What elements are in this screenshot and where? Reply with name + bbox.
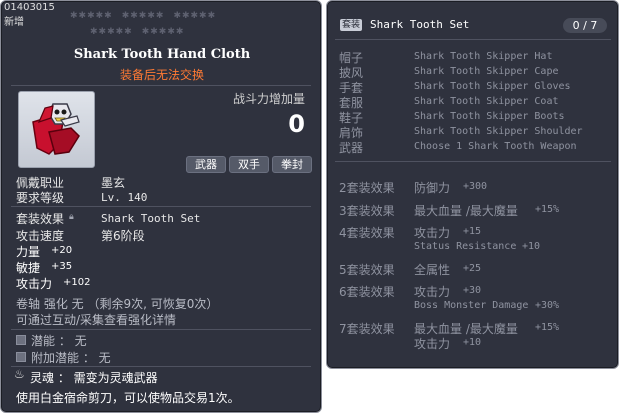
required-level-label: 要求等级	[16, 191, 65, 205]
item-tooltip-panel: 01403015 新增 ✱✱✱✱✱ ✱✱✱✱✱ ✱✱✱✱✱ ✱✱✱✱✱ ✱✱✱✱✱ S…	[0, 0, 322, 413]
set-effect-value: +15%	[535, 204, 560, 215]
set-effect-value: +300	[463, 181, 488, 192]
set-effect-value: +30%	[535, 300, 560, 311]
attack-speed-label: 攻击速度	[16, 229, 65, 243]
trade-restriction: 装备后无法交换	[119, 68, 204, 82]
soul-flame-icon: ♨	[14, 367, 25, 381]
set-piece-name: Shark Tooth Skipper Boots	[414, 111, 565, 122]
set-effect-stat: Status Resistance	[414, 241, 517, 252]
tag-weapon-type: 拳封	[272, 156, 312, 173]
set-piece-name: Shark Tooth Skipper Cape	[414, 66, 559, 77]
bonus-potential-icon	[16, 352, 26, 362]
star-force-row-1: ✱✱✱✱✱ ✱✱✱✱✱ ✱✱✱✱✱	[70, 11, 217, 21]
tag-two-handed: 双手	[229, 156, 269, 173]
divider	[335, 39, 611, 40]
potential-icon	[16, 335, 26, 345]
set-effect-tier-7: 7套装效果	[339, 322, 395, 336]
set-effect-value: +30	[463, 285, 482, 296]
star-force-row-2: ✱✱✱✱✱ ✱✱✱✱✱	[90, 27, 185, 37]
set-effect-stat: 防御力	[414, 181, 451, 195]
set-effect-value: +15%	[535, 322, 560, 333]
tag-weapon: 武器	[186, 156, 226, 173]
divider	[11, 85, 311, 86]
set-piece-name: Shark Tooth Skipper Hat	[414, 51, 553, 62]
lock-icon: 🔒︎	[69, 212, 74, 222]
set-piece-name: Choose 1 Shark Tooth Weapon	[414, 141, 577, 152]
set-effect-label: 套装效果	[16, 212, 65, 226]
set-effect-panel: 套装 Shark Tooth Set 0 / 7 帽子 Shark Tooth …	[326, 0, 619, 369]
divider	[11, 366, 311, 367]
set-piece-name: Shark Tooth Skipper Shoulder	[414, 126, 583, 137]
hand-cloth-icon	[32, 103, 80, 155]
set-badge: 套装	[340, 19, 362, 31]
set-effect-value: +25	[463, 263, 482, 274]
set-effect-tier-5: 5套装效果	[339, 263, 395, 277]
item-icon-frame	[18, 91, 95, 168]
stat-attack-label: 攻击力	[16, 277, 53, 291]
set-effect-stat: 攻击力	[414, 226, 451, 240]
stat-str-label: 力量	[16, 245, 41, 259]
set-count-badge: 0 / 7	[563, 18, 607, 33]
set-effect-tier-6: 6套装效果	[339, 285, 395, 299]
required-level-value: Lv. 140	[101, 191, 148, 204]
set-effect-stat: Boss Monster Damage	[414, 300, 529, 311]
set-piece-slot: 武器	[339, 141, 364, 155]
new-label: 新增	[4, 17, 24, 28]
set-effect-tier-4: 4套装效果	[339, 226, 395, 240]
set-effect-value: +10	[522, 241, 541, 252]
attack-speed-value: 第6阶段	[101, 229, 145, 243]
potential-label: 潜能 ： 无	[31, 334, 87, 348]
set-effect-value: +15	[463, 226, 482, 237]
stat-dex-value: +35	[51, 261, 73, 272]
stat-attack-value: +102	[63, 277, 91, 288]
divider	[11, 206, 311, 207]
bonus-potential-label: 附加潜能 ： 无	[31, 351, 111, 365]
set-effect-value: Shark Tooth Set	[101, 212, 201, 225]
combat-power-label: 战斗力增加量	[232, 92, 305, 106]
set-effect-stat: 全属性	[414, 263, 451, 277]
item-title: Shark Tooth Hand Cloth	[73, 47, 251, 62]
set-effect-stat: 攻击力	[414, 285, 451, 299]
combat-power-value: 0	[288, 110, 305, 138]
set-effect-stat: 攻击力	[414, 337, 451, 351]
upgrade-detail-hint: 可通过互动/采集查看强化详情	[16, 313, 177, 327]
divider	[11, 329, 311, 330]
set-piece-name: Shark Tooth Skipper Coat	[414, 96, 559, 107]
set-name: Shark Tooth Set	[370, 18, 470, 31]
stat-str-value: +20	[51, 245, 73, 256]
scroll-upgrade-info: 卷轴 强化 无 （剩余9次, 可恢复0次）	[16, 297, 219, 311]
item-id: 01403015	[4, 2, 55, 13]
soul-weapon-label: 灵魂 ： 需变为灵魂武器	[30, 371, 158, 385]
required-job-value: 墨玄	[101, 176, 126, 190]
set-piece-name: Shark Tooth Skipper Gloves	[414, 81, 571, 92]
set-effect-value: +10	[463, 337, 482, 348]
trade-scissors-note: 使用白金宿命剪刀，可以使物品交易1次。	[16, 391, 240, 405]
set-effect-tier-2: 2套装效果	[339, 181, 395, 195]
set-effect-tier-3: 3套装效果	[339, 204, 395, 218]
set-effect-stat: 最大血量 /最大魔量	[414, 204, 518, 218]
divider	[335, 161, 611, 162]
stat-dex-label: 敏捷	[16, 261, 41, 275]
